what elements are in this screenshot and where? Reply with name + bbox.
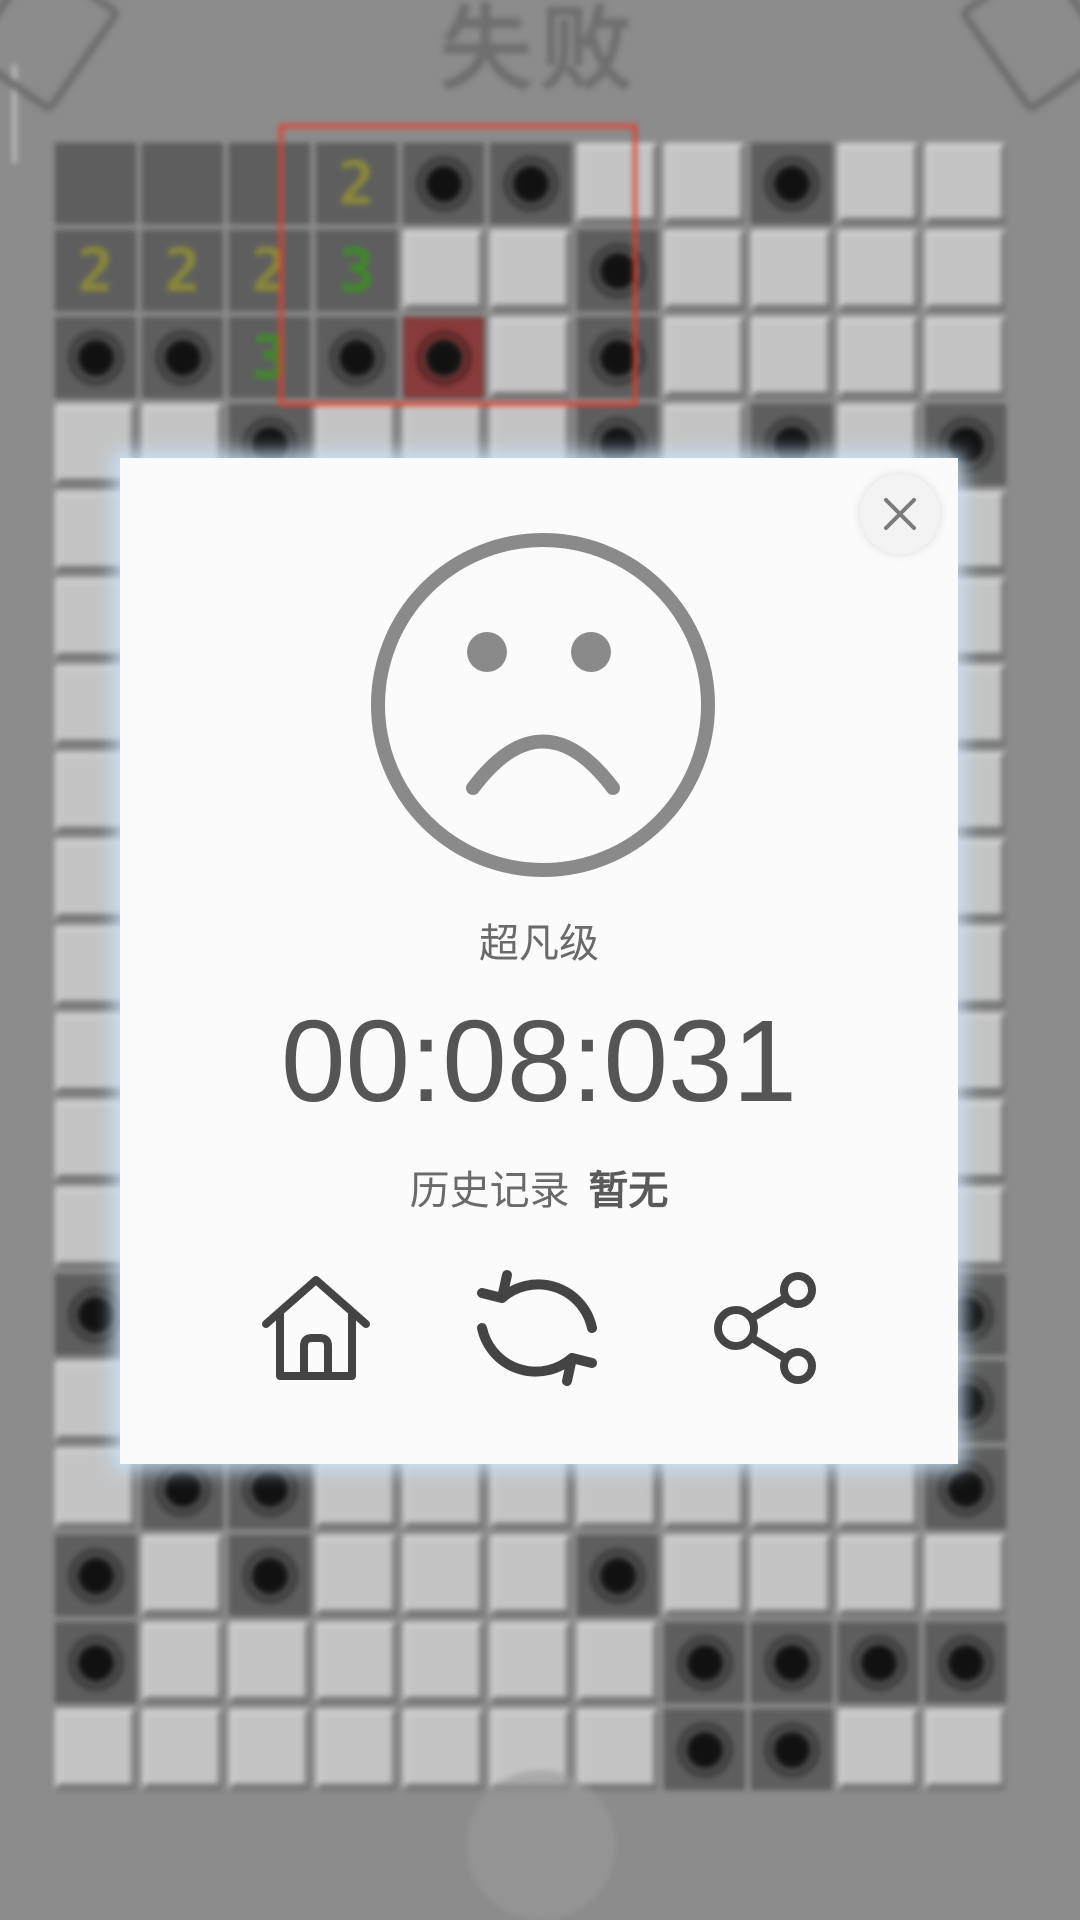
mine-icon bbox=[769, 1727, 814, 1772]
cell-number: 2 bbox=[55, 230, 136, 311]
cell-mine bbox=[664, 1622, 745, 1703]
cell-closed bbox=[577, 1709, 658, 1790]
mine-icon bbox=[247, 1466, 292, 1511]
cell-closed bbox=[838, 1709, 919, 1790]
mine-icon bbox=[682, 1640, 727, 1685]
mine-icon bbox=[160, 1466, 205, 1511]
cell-open bbox=[55, 143, 136, 224]
cell-closed bbox=[142, 1622, 223, 1703]
mine-icon bbox=[160, 335, 205, 380]
cell-number: 2 bbox=[142, 230, 223, 311]
cell-closed bbox=[925, 143, 1006, 224]
cell-closed bbox=[316, 1709, 397, 1790]
cell-closed bbox=[664, 1535, 745, 1616]
cell-mine bbox=[664, 1709, 745, 1790]
game-screen: 失败 222233 超凡级 00:08:031 历史记录 暂无 bbox=[0, 0, 1080, 1920]
mine-icon bbox=[247, 1553, 292, 1598]
explosion-highlight-box bbox=[279, 124, 637, 406]
cell-mine bbox=[577, 1535, 658, 1616]
cell-closed bbox=[838, 1535, 919, 1616]
cell-closed bbox=[403, 1622, 484, 1703]
cell-mine bbox=[55, 317, 136, 398]
cell-closed bbox=[490, 1622, 571, 1703]
cell-mine bbox=[751, 1622, 832, 1703]
cell-closed bbox=[142, 1535, 223, 1616]
cell-closed bbox=[55, 1709, 136, 1790]
cell-mine bbox=[925, 1622, 1006, 1703]
cell-closed bbox=[577, 1622, 658, 1703]
cell-closed bbox=[229, 1622, 310, 1703]
mine-icon bbox=[769, 1640, 814, 1685]
sad-face-icon bbox=[371, 533, 715, 877]
cell-mine bbox=[229, 1535, 310, 1616]
cell-closed bbox=[403, 1709, 484, 1790]
cell-closed bbox=[838, 143, 919, 224]
mine-icon bbox=[73, 335, 118, 380]
cell-closed bbox=[316, 1622, 397, 1703]
result-title: 失败 bbox=[439, 0, 640, 103]
mine-icon bbox=[682, 1727, 727, 1772]
cell-closed bbox=[925, 317, 1006, 398]
cell-closed bbox=[142, 1709, 223, 1790]
history-record: 历史记录 暂无 bbox=[120, 1158, 958, 1216]
restart-icon bbox=[477, 1270, 597, 1386]
cell-closed bbox=[664, 317, 745, 398]
cell-mine bbox=[142, 317, 223, 398]
cell-closed bbox=[316, 1535, 397, 1616]
game-over-dialog: 超凡级 00:08:031 历史记录 暂无 bbox=[120, 458, 958, 1464]
cell-closed bbox=[925, 230, 1006, 311]
cell-closed bbox=[403, 1535, 484, 1616]
history-value: 暂无 bbox=[588, 1168, 669, 1214]
mine-icon bbox=[595, 1553, 640, 1598]
mine-icon bbox=[943, 1640, 988, 1685]
cell-closed bbox=[664, 143, 745, 224]
home-icon bbox=[262, 1276, 370, 1380]
share-button[interactable] bbox=[708, 1268, 828, 1388]
cell-mine bbox=[838, 1622, 919, 1703]
difficulty-label: 超凡级 bbox=[479, 921, 599, 967]
mine-icon bbox=[73, 1292, 118, 1337]
mine-icon bbox=[73, 1553, 118, 1598]
cell-open bbox=[142, 143, 223, 224]
mine-icon bbox=[943, 1466, 988, 1511]
hint-button bbox=[466, 1770, 616, 1920]
cell-closed bbox=[925, 1535, 1006, 1616]
cell-closed bbox=[664, 230, 745, 311]
cell-closed bbox=[229, 1709, 310, 1790]
close-button[interactable] bbox=[860, 474, 940, 554]
cell-closed bbox=[925, 1709, 1006, 1790]
cell-closed bbox=[838, 230, 919, 311]
elapsed-time: 00:08:031 bbox=[280, 996, 798, 1126]
mine-icon bbox=[769, 161, 814, 206]
history-label: 历史记录 bbox=[409, 1168, 570, 1214]
home-button[interactable] bbox=[256, 1268, 376, 1388]
cell-closed bbox=[751, 1535, 832, 1616]
cell-closed bbox=[751, 230, 832, 311]
mine-icon bbox=[73, 1640, 118, 1685]
cell-closed bbox=[751, 317, 832, 398]
cell-mine bbox=[55, 1535, 136, 1616]
cell-mine bbox=[751, 1709, 832, 1790]
cell-mine bbox=[55, 1622, 136, 1703]
cell-mine bbox=[751, 143, 832, 224]
cell-closed bbox=[838, 317, 919, 398]
restart-button[interactable] bbox=[462, 1253, 612, 1403]
cell-closed bbox=[490, 1535, 571, 1616]
close-icon bbox=[884, 498, 916, 530]
share-icon bbox=[714, 1272, 816, 1384]
mine-icon bbox=[856, 1640, 901, 1685]
